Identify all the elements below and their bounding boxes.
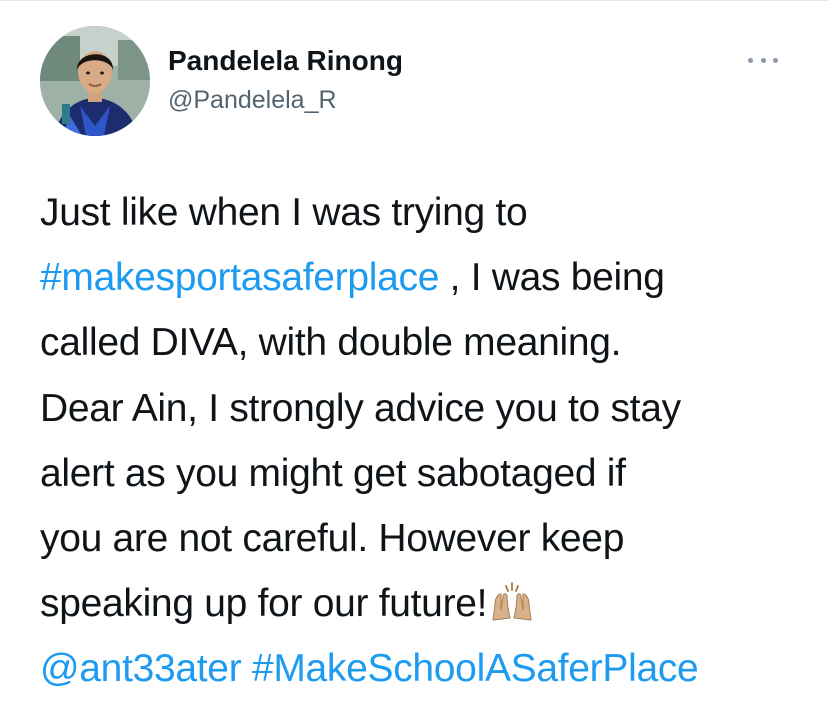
tweet-line: speaking up for our future! — [40, 571, 815, 636]
tweet-text-segment: alert as you might get sabotaged if — [40, 451, 626, 495]
tweet-text-segment: called DIVA, with double meaning. — [40, 321, 622, 365]
tweet-line: Dear Ain, I strongly advice you to stay — [40, 376, 815, 441]
avatar-photo — [40, 26, 150, 136]
tweet-line: alert as you might get sabotaged if — [40, 441, 815, 506]
tweet-line: @ant33ater #MakeSchoolASaferPlace — [40, 636, 815, 701]
raising-hands-icon — [492, 582, 532, 621]
tweet-line: called DIVA, with double meaning. — [40, 310, 815, 375]
tweet-text-segment: you are not careful. However keep — [40, 516, 625, 560]
tweet-text-segment: Dear Ain, I strongly advice you to stay — [40, 386, 681, 430]
more-options-icon[interactable] — [748, 50, 778, 70]
more-dot — [773, 57, 778, 63]
tweet-line: #makesportasaferplace , I was being — [40, 245, 815, 310]
mention-link[interactable]: @ant33ater — [40, 647, 242, 690]
tweet-line: you are not careful. However keep — [40, 506, 815, 571]
tweet-text-space — [241, 647, 252, 690]
tweet-text-segment: Just like when I was trying to — [40, 191, 528, 234]
hashtag-link[interactable]: #makesportasaferplace — [40, 256, 439, 299]
tweet-line: Just like when I was trying to — [40, 180, 815, 245]
avatar[interactable] — [40, 26, 150, 136]
hashtag-link[interactable]: #MakeSchoolASaferPlace — [252, 647, 699, 690]
author-handle[interactable]: @Pandelela_R — [168, 86, 337, 115]
more-dot — [760, 57, 766, 63]
tweet-card: Pandelela Rinong @Pandelela_R Just like … — [0, 0, 828, 723]
more-dot — [748, 57, 753, 63]
tweet-text-segment: speaking up for our future! — [40, 582, 488, 626]
tweet-text: Just like when I was trying to #makespor… — [40, 180, 815, 702]
author-name[interactable]: Pandelela Rinong — [168, 45, 403, 77]
tweet-text-segment: , I was being — [439, 256, 665, 300]
